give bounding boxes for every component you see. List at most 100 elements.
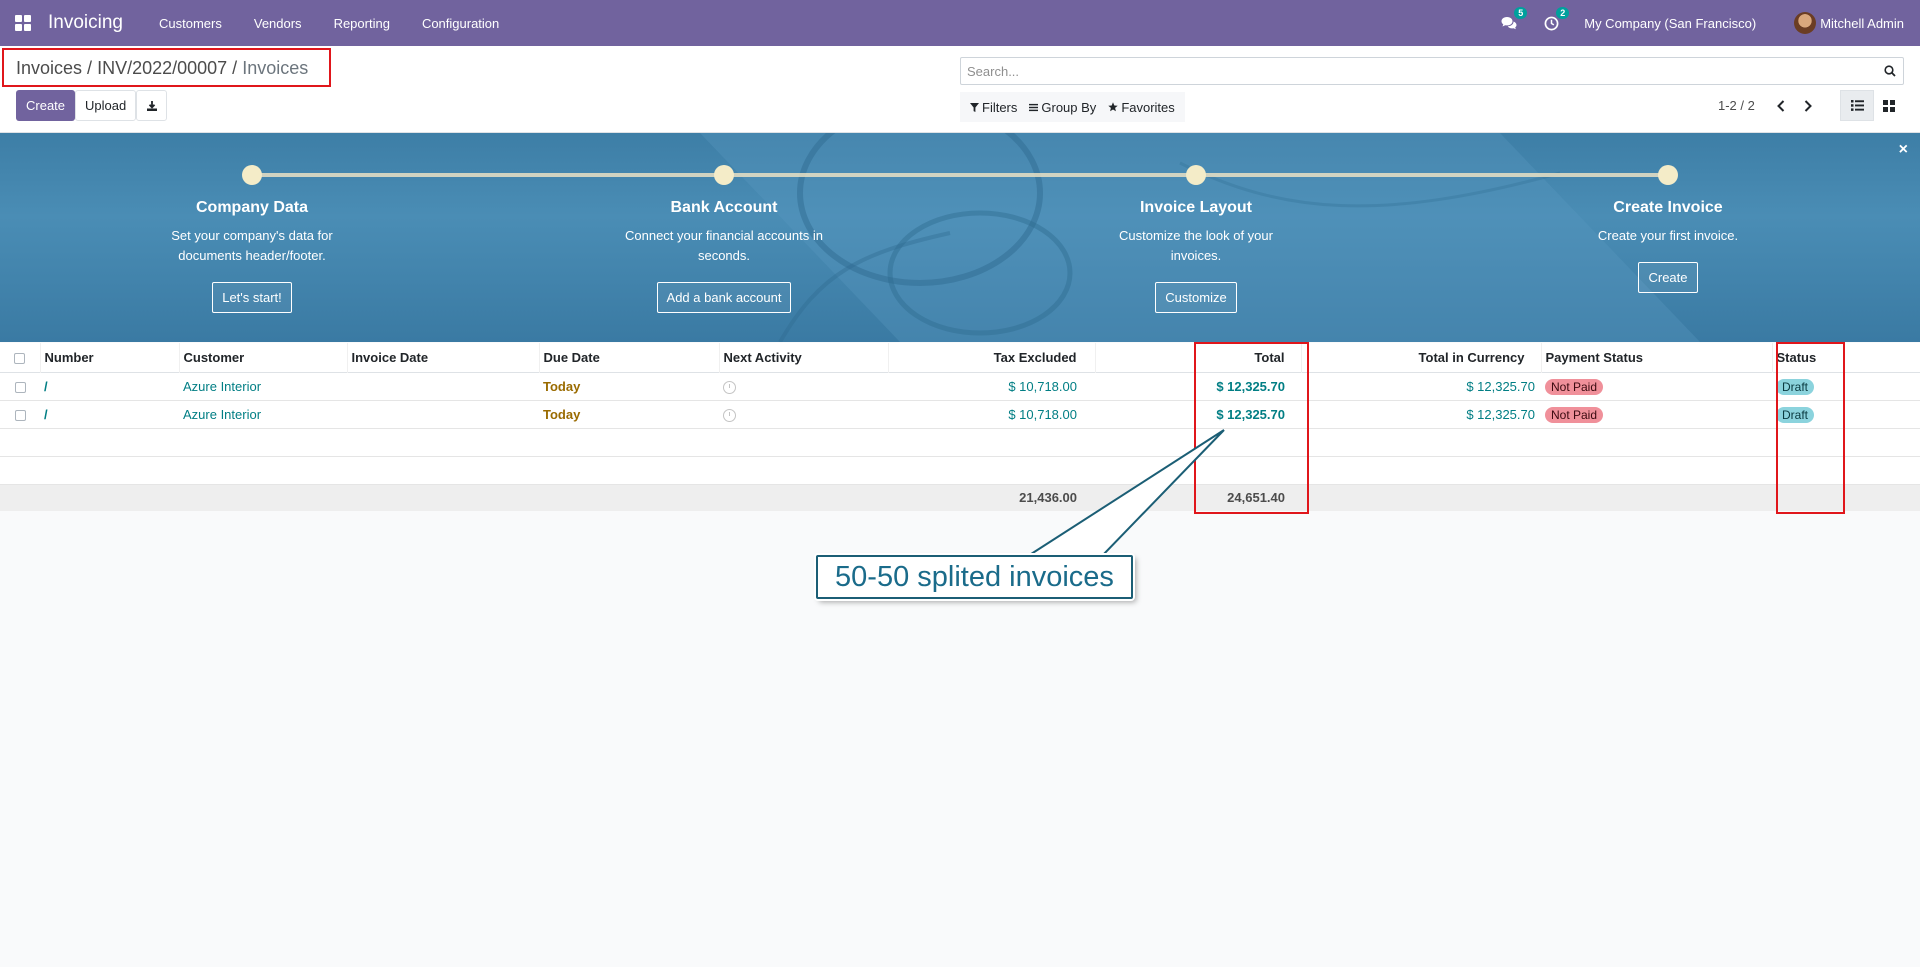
step-company-data: Company Data Set your company's data for…	[102, 165, 402, 313]
cell-payment-status: Not Paid	[1541, 372, 1772, 400]
close-icon[interactable]: ×	[1899, 141, 1908, 159]
create-invoice-button[interactable]: Create	[1638, 262, 1698, 293]
cell-customer: Azure Interior	[183, 378, 262, 394]
activity-clock-icon[interactable]	[723, 380, 736, 394]
step-dot	[1658, 165, 1678, 185]
favorites-dropdown[interactable]: Favorites	[1102, 100, 1180, 115]
totals-row: 21,436.00 24,651.40	[0, 484, 1920, 511]
cell-total-in-currency: $ 12,325.70	[1466, 406, 1535, 422]
pager-value[interactable]: 1-2 / 2	[1718, 98, 1755, 113]
step-title: Bank Account	[670, 199, 778, 216]
search-input[interactable]	[967, 63, 1877, 79]
step-title: Create Invoice	[1613, 199, 1723, 216]
row-checkbox[interactable]	[0, 372, 40, 400]
star-icon	[1108, 102, 1119, 112]
step-title: Company Data	[195, 199, 309, 216]
cell-next-activity[interactable]	[719, 400, 888, 428]
annotation-callout: 50-50 splited invoices	[816, 555, 1133, 599]
cell-due-date: Today	[543, 378, 581, 394]
cell-total-in-currency: $ 12,325.70	[1466, 378, 1535, 394]
menu-configuration[interactable]: Configuration	[406, 16, 515, 31]
column-header-payment-status[interactable]: Payment Status	[1541, 343, 1773, 372]
onboarding-banner: Company Data Set your company's data for…	[0, 133, 1920, 342]
table-row[interactable]: / Azure Interior Today $ 10,718.00 $ 12,…	[0, 372, 1920, 400]
status-column-highlight-box	[1776, 342, 1845, 514]
search-bar	[960, 57, 1904, 85]
step-bank-account: Bank Account Connect your financial acco…	[574, 165, 874, 313]
total-tax-excluded: 21,436.00	[1019, 490, 1077, 506]
user-avatar[interactable]	[1794, 12, 1817, 34]
invoice-list: Number Customer Invoice Date Due Date Ne…	[0, 343, 1920, 511]
cell-number: /	[44, 406, 48, 422]
download-icon	[146, 100, 157, 111]
cell-next-activity[interactable]	[719, 372, 888, 400]
column-header-next-activity[interactable]: Next Activity	[719, 343, 889, 372]
step-create-invoice: Create Invoice Create your first invoice…	[1518, 165, 1818, 293]
activities-badge: 2	[1556, 7, 1570, 19]
column-header-customer[interactable]: Customer	[179, 343, 348, 372]
step-dot	[714, 165, 734, 185]
table-header: Number Customer Invoice Date Due Date Ne…	[0, 343, 1920, 372]
cell-payment-status: Not Paid	[1541, 400, 1772, 428]
progress-line	[252, 173, 1667, 177]
messages-badge: 5	[1514, 7, 1528, 19]
step-title: Invoice Layout	[1139, 199, 1253, 216]
create-button[interactable]: Create	[16, 90, 76, 121]
step-description: Customize the look of your invoices.	[1119, 228, 1273, 263]
user-menu[interactable]: Mitchell Admin	[1820, 16, 1904, 31]
step-description: Create your first invoice.	[1597, 228, 1739, 243]
step-dot	[242, 165, 262, 185]
kanban-view-icon[interactable]	[1872, 90, 1906, 121]
select-all-checkbox[interactable]	[0, 343, 41, 372]
cell-number: /	[44, 378, 48, 394]
total-column-highlight-box	[1194, 342, 1309, 514]
empty-row	[0, 456, 1920, 484]
cell-due-date: Today	[543, 406, 581, 422]
cell-invoice-date	[347, 400, 539, 428]
top-navbar: Invoicing Customers Vendors Reporting Co…	[0, 0, 1920, 46]
menu-customers[interactable]: Customers	[143, 16, 238, 31]
breadcrumb-highlight-box	[2, 48, 331, 87]
group-by-dropdown[interactable]: Group By	[1023, 100, 1102, 115]
messages-icon[interactable]: 5	[1500, 7, 1528, 32]
step-description: Set your company's data for documents he…	[171, 228, 333, 263]
add-bank-account-button[interactable]: Add a bank account	[656, 282, 792, 313]
search-icon[interactable]	[1877, 65, 1903, 77]
menu-vendors[interactable]: Vendors	[238, 16, 318, 31]
invoice-table: Number Customer Invoice Date Due Date Ne…	[0, 343, 1920, 511]
step-description: Connect your financial accounts in secon…	[624, 228, 823, 263]
activity-clock-icon[interactable]	[723, 408, 736, 422]
favorites-label: Favorites	[1121, 99, 1175, 115]
cell-customer: Azure Interior	[183, 406, 262, 422]
payment-status-badge: Not Paid	[1545, 378, 1604, 395]
pager-next-icon[interactable]	[1798, 96, 1818, 116]
list-bars-icon	[1029, 103, 1039, 111]
payment-status-badge: Not Paid	[1545, 406, 1604, 423]
empty-row	[0, 428, 1920, 456]
filter-icon	[970, 102, 979, 112]
table-row[interactable]: / Azure Interior Today $ 10,718.00 $ 12,…	[0, 400, 1920, 428]
customize-button[interactable]: Customize	[1155, 282, 1237, 313]
pager-previous-icon[interactable]	[1771, 96, 1791, 116]
cell-tax-excluded: $ 10,718.00	[1008, 406, 1077, 422]
company-switcher[interactable]: My Company (San Francisco)	[1584, 16, 1756, 31]
app-brand[interactable]: Invoicing	[48, 12, 123, 34]
upload-button[interactable]: Upload	[75, 90, 137, 121]
cell-tax-excluded: $ 10,718.00	[1008, 378, 1077, 394]
row-checkbox[interactable]	[0, 400, 40, 428]
download-button[interactable]	[136, 90, 167, 121]
list-view-icon[interactable]	[1840, 90, 1874, 121]
column-header-due-date[interactable]: Due Date	[539, 343, 720, 372]
filters-dropdown[interactable]: Filters	[964, 100, 1023, 115]
column-header-total-in-currency[interactable]: Total in Currency	[1301, 343, 1542, 372]
menu-reporting[interactable]: Reporting	[318, 16, 406, 31]
apps-menu-icon[interactable]	[0, 0, 46, 46]
column-header-invoice-date[interactable]: Invoice Date	[347, 343, 540, 372]
filters-label: Filters	[982, 99, 1018, 115]
cell-invoice-date	[347, 372, 539, 400]
column-header-tax-excluded[interactable]: Tax Excluded	[888, 343, 1096, 372]
column-header-number[interactable]: Number	[40, 343, 180, 372]
lets-start-button[interactable]: Let's start!	[212, 282, 292, 313]
activities-clock-icon[interactable]: 2	[1542, 7, 1570, 32]
group-by-label: Group By	[1041, 99, 1097, 115]
